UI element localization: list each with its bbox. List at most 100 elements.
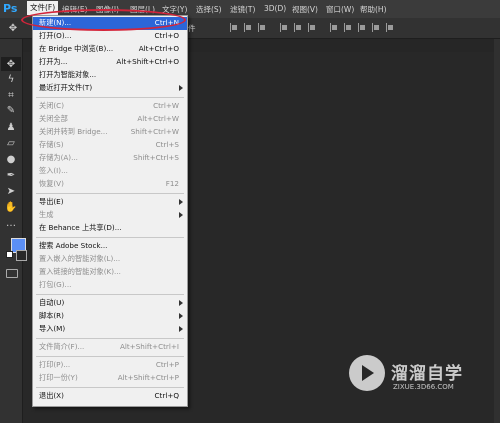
crop-tool-icon[interactable]: ⌗ (4, 88, 18, 102)
distribute-bottom-icon[interactable] (308, 23, 316, 32)
align-center-icon[interactable] (244, 23, 252, 32)
menu-item-exit[interactable]: 退出(X) Ctrl+Q (33, 390, 187, 403)
menu-view[interactable]: 视图(V) (292, 4, 318, 15)
menu-3d[interactable]: 3D(D) (264, 4, 286, 13)
menu-item-label: 导出(E) (39, 197, 64, 206)
menu-item-label: 关闭(C) (39, 101, 65, 110)
quick-mask-icon[interactable] (6, 269, 18, 278)
annotation-highlight-oval (21, 9, 186, 31)
menu-item-label: 置入链接的智能对象(K)... (39, 267, 121, 276)
menu-item-shortcut: Shift+Ctrl+W (130, 127, 179, 136)
menu-item-recent-files[interactable]: 最近打开文件(T) (33, 82, 187, 95)
menu-item-browse-bridge[interactable]: 在 Bridge 中浏览(B)... Alt+Ctrl+O (33, 43, 187, 56)
menu-item-save-as[interactable]: 存储为(A)... Shift+Ctrl+S (33, 152, 187, 165)
eyedropper-tool-icon[interactable]: ✎ (4, 103, 18, 117)
menu-item-label: 文件简介(F)... (39, 342, 85, 351)
menu-window[interactable]: 窗口(W) (326, 4, 354, 15)
menu-item-export[interactable]: 导出(E) (33, 196, 187, 209)
blur-tool-icon[interactable]: ● (4, 152, 18, 166)
submenu-arrow-icon (179, 212, 183, 218)
menu-item-label: 打包(G)... (39, 280, 72, 289)
path-select-tool-icon[interactable]: ➤ (4, 184, 18, 198)
menu-item-close-goto-bridge[interactable]: 关闭并转到 Bridge... Shift+Ctrl+W (33, 126, 187, 139)
menu-separator (36, 193, 184, 194)
menu-item-close[interactable]: 关闭(C) Ctrl+W (33, 100, 187, 113)
hand-tool-icon[interactable]: ✋ (4, 200, 18, 214)
background-color-swatch[interactable] (16, 250, 27, 261)
submenu-arrow-icon (179, 313, 183, 319)
move-tool-icon[interactable]: ✥ (1, 57, 21, 71)
menu-item-save[interactable]: 存储(S) Ctrl+S (33, 139, 187, 152)
stamp-tool-icon[interactable]: ♟ (4, 120, 18, 134)
menu-item-automate[interactable]: 自动(U) (33, 297, 187, 310)
menu-item-share-behance[interactable]: 在 Behance 上共享(D)... (33, 222, 187, 235)
menu-item-place-linked[interactable]: 置入链接的智能对象(K)... (33, 266, 187, 279)
submenu-arrow-icon (179, 199, 183, 205)
menu-item-label: 退出(X) (39, 391, 64, 400)
menu-item-shortcut: Alt+Shift+Ctrl+O (116, 57, 179, 66)
menu-item-scripts[interactable]: 脚本(R) (33, 310, 187, 323)
options-text: 件 (188, 24, 196, 33)
menu-item-shortcut: F12 (165, 179, 179, 188)
menu-item-open-as[interactable]: 打开为... Alt+Shift+Ctrl+O (33, 56, 187, 69)
align-right-icon[interactable] (258, 23, 266, 32)
menu-separator (36, 97, 184, 98)
menu-item-shortcut: Ctrl+P (155, 360, 179, 369)
menu-item-label: 导入(M) (39, 324, 66, 333)
eraser-tool-icon[interactable]: ▱ (4, 136, 18, 150)
menu-separator (36, 237, 184, 238)
menu-item-shortcut: Alt+Ctrl+W (137, 114, 179, 123)
lasso-tool-icon[interactable]: ϟ (4, 72, 18, 86)
menu-item-import[interactable]: 导入(M) (33, 323, 187, 336)
menu-item-close-all[interactable]: 关闭全部 Alt+Ctrl+W (33, 113, 187, 126)
menu-item-label: 生成 (39, 210, 54, 219)
menu-item-place-embedded[interactable]: 置入嵌入的智能对象(L)... (33, 253, 187, 266)
submenu-arrow-icon (179, 326, 183, 332)
menu-item-label: 打开为... (39, 57, 68, 66)
menu-item-package[interactable]: 打包(G)... (33, 279, 187, 292)
menu-item-label: 在 Behance 上共享(D)... (39, 223, 122, 232)
menu-item-label: 打开(O)... (39, 31, 72, 40)
menu-select[interactable]: 选择(S) (196, 4, 222, 15)
tools-panel: ✥ ϟ ⌗ ✎ ♟ ▱ ● ✒ ➤ ✋ … (0, 39, 23, 423)
menu-item-file-info[interactable]: 文件简介(F)... Alt+Shift+Ctrl+I (33, 341, 187, 354)
menu-item-label: 打印一份(Y) (39, 373, 78, 382)
menu-item-label: 恢复(V) (39, 179, 64, 188)
menu-separator (36, 356, 184, 357)
watermark: 溜溜自学 ZIXUE.3D66.COM (349, 355, 469, 411)
distribute-middle-icon[interactable] (294, 23, 302, 32)
more-tools-icon[interactable]: … (4, 216, 18, 230)
menu-item-print-one-copy[interactable]: 打印一份(Y) Alt+Shift+Ctrl+P (33, 372, 187, 385)
pen-tool-icon[interactable]: ✒ (4, 168, 18, 182)
distribute-left-icon[interactable] (330, 23, 338, 32)
file-menu-dropdown: 新建(N)... Ctrl+N 打开(O)... Ctrl+O 在 Bridge… (32, 15, 188, 407)
distribute-hcenter-icon[interactable] (344, 23, 352, 32)
move-tool-preset-icon[interactable]: ✥ (6, 21, 20, 35)
distribute-spacing-icon[interactable] (372, 23, 380, 32)
menu-item-shortcut: Alt+Ctrl+O (138, 44, 179, 53)
menu-item-shortcut: Alt+Shift+Ctrl+P (117, 373, 179, 382)
menu-item-revert[interactable]: 恢复(V) F12 (33, 178, 187, 191)
menu-item-label: 置入嵌入的智能对象(L)... (39, 254, 121, 263)
menu-help[interactable]: 帮助(H) (360, 4, 387, 15)
menu-item-label: 在 Bridge 中浏览(B)... (39, 44, 114, 53)
menu-item-label: 最近打开文件(T) (39, 83, 93, 92)
default-colors-icon[interactable] (6, 251, 13, 258)
menu-item-open[interactable]: 打开(O)... Ctrl+O (33, 30, 187, 43)
watermark-subtitle: ZIXUE.3D66.COM (393, 383, 454, 391)
menu-item-shortcut: Shift+Ctrl+S (133, 153, 179, 162)
menu-filter[interactable]: 滤镜(T) (230, 4, 255, 15)
menu-item-print[interactable]: 打印(P)... Ctrl+P (33, 359, 187, 372)
menu-item-open-smart-object[interactable]: 打开为智能对象... (33, 69, 187, 82)
menu-item-label: 关闭全部 (39, 114, 68, 123)
distribute-top-icon[interactable] (280, 23, 288, 32)
menu-item-check-in[interactable]: 签入(I)... (33, 165, 187, 178)
distribute-right-icon[interactable] (358, 23, 366, 32)
menu-item-generate[interactable]: 生成 (33, 209, 187, 222)
menu-item-search-adobe-stock[interactable]: 搜索 Adobe Stock... (33, 240, 187, 253)
menu-item-label: 存储(S) (39, 140, 64, 149)
align-left-icon[interactable] (230, 23, 238, 32)
play-icon (362, 365, 374, 381)
menu-item-label: 脚本(R) (39, 311, 64, 320)
auto-align-icon[interactable] (386, 23, 394, 32)
